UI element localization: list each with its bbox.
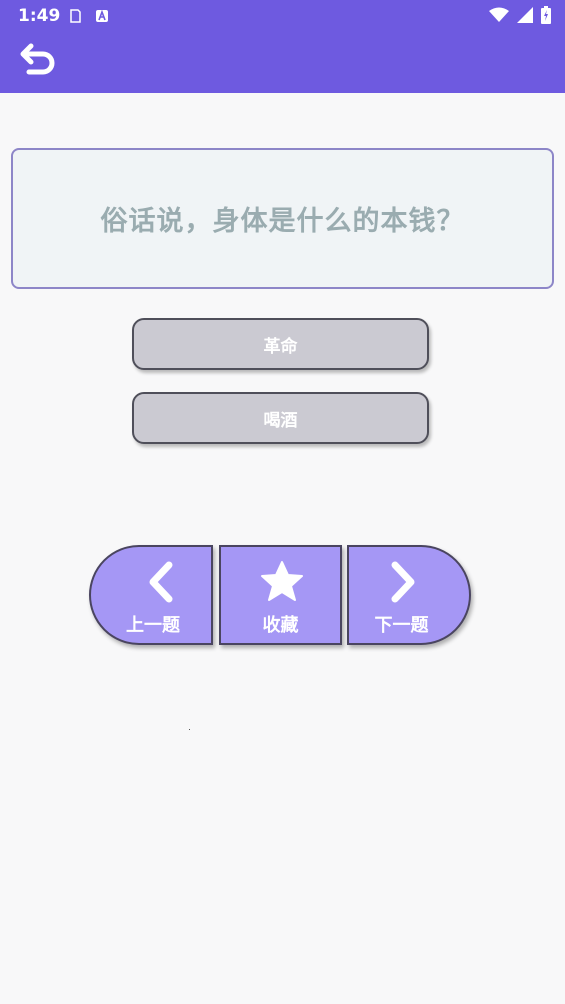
sd-card-icon [68,8,82,23]
option-button-1[interactable]: 革命 [132,318,429,370]
favorite-button[interactable]: 收藏 [219,545,342,645]
back-button[interactable] [16,41,60,81]
star-icon [259,559,305,605]
status-bar: 1:49 [0,0,565,31]
previous-question-button[interactable]: 上一题 [89,545,213,645]
a-badge-icon [95,8,109,22]
question-card: 俗话说，身体是什么的本钱？ [11,148,554,289]
chevron-left-icon [139,559,185,605]
app-bar [0,31,565,93]
status-right [489,6,551,28]
previous-question-label: 上一题 [126,615,180,636]
stray-dot [189,729,190,730]
wifi-icon [489,7,509,27]
next-question-button[interactable]: 下一题 [347,545,471,645]
favorite-label: 收藏 [262,615,299,636]
chevron-right-icon [379,559,425,605]
option-button-2[interactable]: 喝酒 [132,392,429,444]
status-time: 1:49 [18,6,61,26]
next-question-label: 下一题 [374,615,429,636]
battery-charging-icon [541,6,551,28]
undo-arrow-icon [19,42,57,80]
signal-icon [517,7,533,27]
question-text: 俗话说，身体是什么的本钱？ [100,206,465,237]
